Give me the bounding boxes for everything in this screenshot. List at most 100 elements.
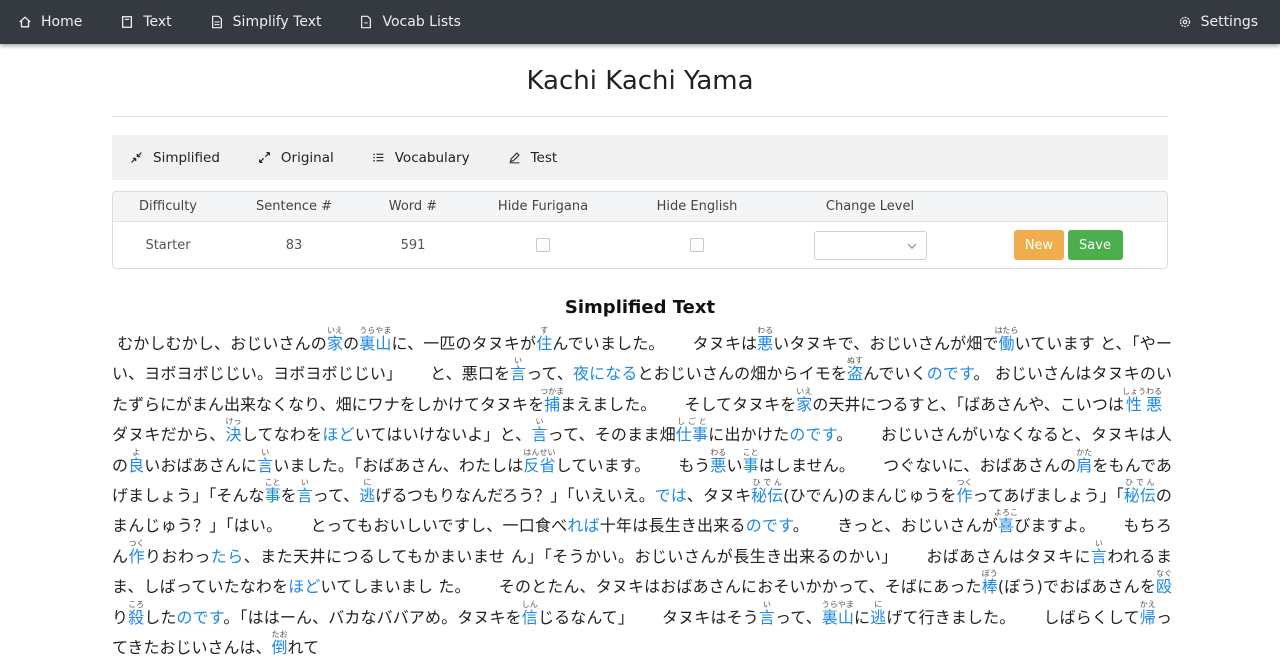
word-link[interactable]: 裏山うらやま <box>822 600 854 627</box>
book-icon <box>122 16 133 28</box>
gear-icon <box>1179 16 1190 28</box>
tab-simplified[interactable]: Simplified <box>130 150 220 166</box>
tab-original-label: Original <box>280 149 334 166</box>
word-link[interactable]: 殺ころ <box>128 600 144 627</box>
word-link[interactable]: 働はたら <box>995 326 1019 353</box>
word-link[interactable]: 言い <box>257 448 273 475</box>
word-link[interactable]: のです <box>789 425 836 444</box>
word-link[interactable]: 良よ <box>128 448 144 475</box>
word-link[interactable]: のです <box>927 364 974 383</box>
settings-header-row: Difficulty Sentence # Word # Hide Furiga… <box>113 192 1167 222</box>
minimize-icon <box>131 152 142 163</box>
word-link[interactable]: 夜になる <box>573 364 637 383</box>
header-change-level: Change Level <box>825 199 915 214</box>
save-button-cell: Save <box>1067 222 1123 268</box>
title-divider <box>112 116 1168 117</box>
header-hide-english: Hide English <box>656 199 738 214</box>
word-link[interactable]: 言い <box>531 417 547 444</box>
word-link[interactable]: ほど <box>288 577 320 596</box>
new-button[interactable]: New <box>1014 230 1064 260</box>
header-sentence-count: Sentence # <box>256 199 332 214</box>
word-link[interactable]: 秘伝ひでん <box>751 478 783 505</box>
word-link[interactable]: 住す <box>536 326 552 353</box>
text-settings-table: Difficulty Sentence # Word # Hide Furiga… <box>112 191 1168 269</box>
word-link[interactable]: 悪わる <box>757 326 773 353</box>
word-link[interactable]: 悪わる <box>710 448 726 475</box>
nav-home[interactable]: Home <box>18 14 82 30</box>
tab-original[interactable]: Original <box>258 150 334 166</box>
word-link[interactable]: 肩かた <box>1076 448 1092 475</box>
word-link[interactable]: 家いえ <box>327 326 343 353</box>
word-link[interactable]: では <box>655 486 687 505</box>
tab-test[interactable]: Test <box>508 149 558 166</box>
word-link[interactable]: 喜よろこ <box>994 508 1018 535</box>
word-link[interactable]: 言い <box>297 478 313 505</box>
word-link[interactable]: 信しん <box>522 600 538 627</box>
nav-simplify-text[interactable]: Simplify Text <box>210 14 322 30</box>
page-title: Kachi Kachi Yama <box>526 66 754 96</box>
word-link[interactable]: 言い <box>1091 539 1107 566</box>
story-paragraph: むかしむかし、おじいさんの家いえの裏山うらやまに、一匹のタヌキが住すんでいました… <box>112 326 1172 658</box>
change-level-select[interactable] <box>813 230 927 260</box>
sentence-count-value: 83 <box>285 237 303 253</box>
save-button[interactable]: Save <box>1067 230 1123 260</box>
nav-settings-label: Settings <box>1200 14 1258 30</box>
word-link[interactable]: のです <box>746 516 793 535</box>
word-link[interactable]: 逃に <box>870 600 886 627</box>
word-link[interactable]: 決けっ <box>226 417 242 444</box>
home-icon <box>19 16 31 28</box>
hide-english-checkbox[interactable] <box>690 238 704 252</box>
word-link[interactable]: ほど <box>322 425 354 444</box>
word-link[interactable]: 帰かえ <box>1140 600 1156 627</box>
tab-vocabulary-label: Vocabulary <box>394 149 470 166</box>
chevron-down-icon <box>907 243 916 249</box>
change-level-cell <box>813 222 927 268</box>
word-link[interactable]: 作つく <box>956 478 972 505</box>
word-link[interactable]: れば <box>567 516 599 535</box>
word-link[interactable]: たら <box>211 547 244 566</box>
word-link[interactable]: のです <box>177 608 224 627</box>
file-text-icon <box>211 15 222 29</box>
word-link[interactable]: 裏山うらやま <box>359 326 391 353</box>
hide-furigana-checkbox[interactable] <box>536 238 550 252</box>
word-link[interactable]: 性悪しょうわる <box>1122 387 1162 414</box>
new-button-cell: New <box>1012 222 1066 268</box>
word-link[interactable]: 事こと <box>743 448 759 475</box>
difficulty-value: Starter <box>145 237 191 253</box>
tab-test-label: Test <box>530 149 558 166</box>
nav-text[interactable]: Text <box>120 14 172 30</box>
file-list-icon <box>361 15 372 29</box>
nav-home-label: Home <box>41 14 83 30</box>
tab-vocabulary[interactable]: Vocabulary <box>372 150 470 166</box>
word-link[interactable]: 言い <box>510 356 526 383</box>
word-link[interactable]: 捕つかま <box>540 387 564 414</box>
word-link[interactable]: 逃に <box>359 478 375 505</box>
word-link[interactable]: 反省はんせい <box>523 448 555 475</box>
word-link[interactable]: 盗ぬす <box>847 356 863 383</box>
section-title: Simplified Text <box>564 297 716 318</box>
word-link[interactable]: 言い <box>759 600 775 627</box>
word-link[interactable]: 棒ぼう <box>982 569 998 596</box>
pencil-icon <box>509 152 520 164</box>
word-link[interactable]: 作つく <box>128 539 144 566</box>
view-tabs: Simplified Original Vocabulary Test <box>112 135 1168 180</box>
nav-simplify-label: Simplify Text <box>232 14 322 30</box>
nav-vocab-lists[interactable]: Vocab Lists <box>359 14 461 30</box>
nav-settings[interactable]: Settings <box>1178 14 1258 30</box>
simplified-text: むかしむかし、おじいさんの家いえの裏山うらやまに、一匹のタヌキが住すんでいました… <box>112 326 1172 666</box>
header-word-count: Word # <box>388 199 438 214</box>
hide-furigana-cell <box>483 222 603 268</box>
settings-value-row: Starter 83 591 New Save <box>113 222 1167 268</box>
word-count-value: 591 <box>400 237 426 253</box>
header-difficulty: Difficulty <box>139 199 197 214</box>
word-link[interactable]: 仕事しごと <box>676 417 708 444</box>
nav-vocab-label: Vocab Lists <box>382 14 461 30</box>
word-link[interactable]: 倒たお <box>272 630 288 657</box>
word-link[interactable]: 家いえ <box>796 387 812 414</box>
word-link[interactable]: 事こと <box>265 478 281 505</box>
word-link[interactable]: 秘伝ひでん <box>1124 478 1156 505</box>
list-icon <box>372 153 384 162</box>
word-link[interactable]: 殴なぐ <box>1156 569 1172 596</box>
expand-icon <box>258 152 270 163</box>
nav-text-label: Text <box>143 14 172 30</box>
